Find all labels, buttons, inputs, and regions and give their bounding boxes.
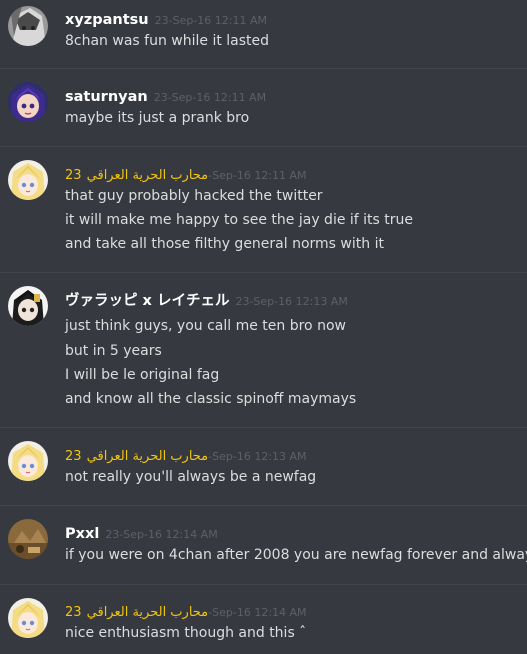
- username-prefix[interactable]: 23: [65, 168, 82, 183]
- message-text: and know all the classic spinoff maymays: [65, 391, 357, 407]
- message-text: and take all those filthy general norms …: [65, 236, 384, 252]
- blonde-anime-girl-avatar: [8, 160, 48, 200]
- username[interactable]: saturnyan: [65, 89, 148, 105]
- anime-girl-grayscale-avatar: [8, 6, 48, 46]
- message-text: just think guys, you call me ten bro now: [65, 318, 346, 334]
- avatar[interactable]: [8, 598, 48, 638]
- username-prefix[interactable]: 23: [65, 605, 82, 620]
- timestamp: 23-Sep-16 12:11 AM: [153, 91, 267, 104]
- username[interactable]: Pxxl: [65, 526, 99, 542]
- avatar[interactable]: [8, 286, 48, 326]
- message-divider: [0, 427, 527, 428]
- timestamp: 23-Sep-16 12:13 AM: [235, 295, 348, 308]
- message-divider: [0, 146, 527, 147]
- avatar[interactable]: [8, 82, 48, 122]
- message-text: it will make me happy to see the jay die…: [65, 212, 414, 228]
- timestamp: 23-Sep-16 12:14 AM: [105, 528, 218, 541]
- username[interactable]: محارب الحرية العراقي: [87, 168, 209, 183]
- blonde-anime-girl-avatar: [8, 598, 48, 638]
- blonde-anime-girl-avatar: [8, 441, 48, 481]
- timestamp: -Sep-16 12:11 AM: [208, 169, 307, 182]
- message-text: nice enthusiasm though and this ˆ: [65, 625, 307, 641]
- message-text: if you were on 4chan after 2008 you are …: [65, 547, 527, 563]
- chat-message-list: xyzpantsu 23-Sep-16 12:11 AM 8chan was fu…: [0, 0, 527, 654]
- message-text: not really you'll always be a newfag: [65, 469, 317, 485]
- username[interactable]: محارب الحرية العراقي: [87, 605, 209, 620]
- message-text: maybe its just a prank bro: [65, 110, 250, 126]
- avatar[interactable]: [8, 160, 48, 200]
- message-text: I will be le original fag: [65, 367, 220, 383]
- black-white-anime-avatar: [8, 286, 48, 326]
- timestamp: 23-Sep-16 12:11 AM: [154, 14, 267, 27]
- timestamp: -Sep-16 12:14 AM: [208, 606, 307, 619]
- message-text: that guy probably hacked the twitter: [65, 188, 323, 204]
- message-text: but in 5 years: [65, 343, 162, 359]
- message-divider: [0, 272, 527, 273]
- message-divider: [0, 505, 527, 506]
- username[interactable]: xyzpantsu: [65, 12, 149, 28]
- message-text: 8chan was fun while it lasted: [65, 33, 270, 49]
- username-prefix[interactable]: 23: [65, 449, 82, 464]
- timestamp: -Sep-16 12:13 AM: [208, 450, 307, 463]
- username[interactable]: ヴァラッピ x レイチェル: [65, 293, 229, 309]
- avatar[interactable]: [8, 519, 48, 559]
- username[interactable]: محارب الحرية العراقي: [87, 449, 209, 464]
- message-divider: [0, 68, 527, 69]
- avatar[interactable]: [8, 441, 48, 481]
- purple-hair-anime-avatar: [8, 82, 48, 122]
- message-divider: [0, 584, 527, 585]
- avatar[interactable]: [8, 6, 48, 46]
- brown-photo-avatar: [8, 519, 48, 559]
